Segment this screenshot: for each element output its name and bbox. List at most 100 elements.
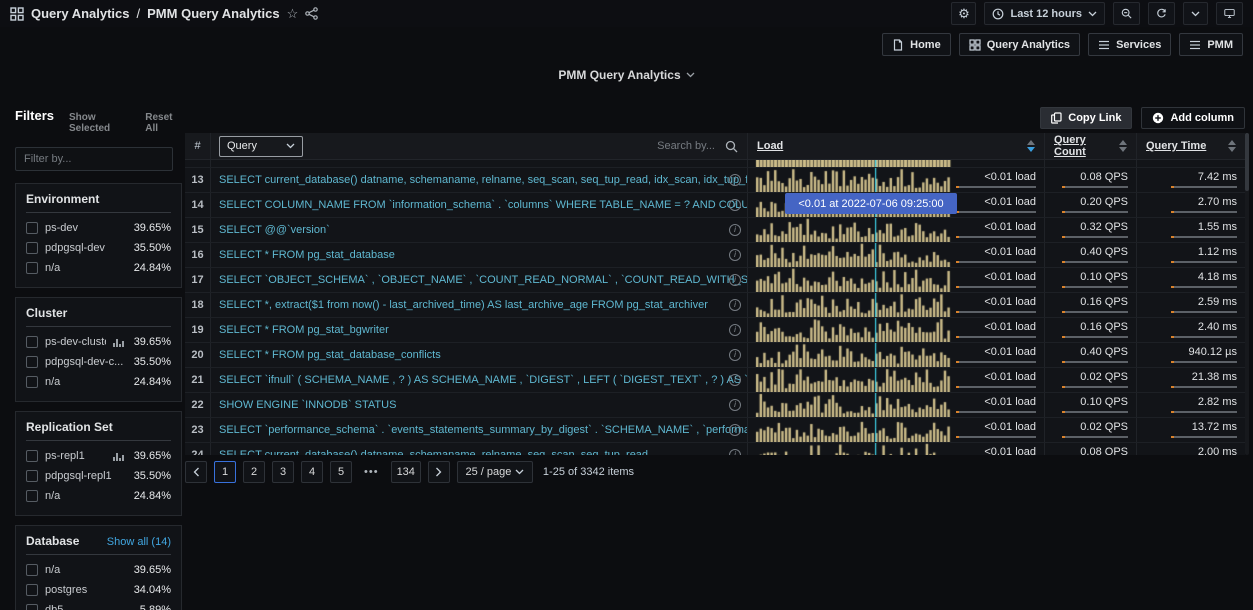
dashboard-row-toggle[interactable]: PMM Query Analytics bbox=[558, 68, 694, 82]
show-all-link[interactable]: Show all (14) bbox=[107, 536, 171, 548]
query-link[interactable]: SELECT current_database() datname, schem… bbox=[211, 449, 747, 455]
load-sparkline[interactable] bbox=[755, 343, 955, 367]
query-link[interactable]: SELECT current_database() datname, schem… bbox=[211, 174, 747, 186]
filter-checkbox[interactable] bbox=[26, 222, 38, 234]
info-icon[interactable]: i bbox=[729, 299, 741, 311]
bar-chart-icon[interactable] bbox=[113, 452, 124, 461]
quicklink-pmm[interactable]: PMM bbox=[1179, 33, 1243, 56]
cycle-view-mode-button[interactable] bbox=[1216, 2, 1243, 25]
copy-link-button[interactable]: Copy Link bbox=[1040, 107, 1132, 129]
page-button-5[interactable]: 5 bbox=[330, 461, 352, 483]
reset-all-link[interactable]: Reset All bbox=[145, 112, 182, 134]
load-sparkline[interactable] bbox=[755, 443, 955, 455]
info-icon[interactable]: i bbox=[729, 374, 741, 386]
load-sparkline[interactable] bbox=[755, 368, 955, 392]
filter-checkbox[interactable] bbox=[26, 336, 38, 348]
breadcrumb-section[interactable]: Query Analytics bbox=[31, 6, 130, 21]
info-icon[interactable]: i bbox=[729, 324, 741, 336]
show-selected-link[interactable]: Show Selected bbox=[69, 112, 130, 134]
sort-icon[interactable] bbox=[1027, 140, 1035, 152]
bar-chart-icon[interactable] bbox=[113, 338, 124, 347]
info-icon[interactable]: i bbox=[729, 174, 741, 186]
search-icon[interactable] bbox=[725, 140, 738, 153]
add-column-button[interactable]: Add column bbox=[1141, 107, 1245, 129]
page-button-134[interactable]: 134 bbox=[391, 461, 421, 483]
load-sparkline[interactable] bbox=[755, 160, 955, 167]
filter-checkbox[interactable] bbox=[26, 450, 38, 462]
filter-item-label[interactable]: db5 bbox=[45, 604, 133, 610]
filter-checkbox[interactable] bbox=[26, 376, 38, 388]
filter-item-label[interactable]: n/a bbox=[45, 262, 127, 274]
prev-page-button[interactable] bbox=[185, 461, 207, 483]
query-link[interactable]: SELECT * FROM pg_stat_database_conflicts bbox=[211, 349, 747, 361]
dimension-select[interactable]: Query bbox=[219, 136, 303, 157]
load-sparkline[interactable] bbox=[755, 418, 955, 442]
query-link[interactable]: SELECT `ifnull` ( SCHEMA_NAME , ? ) AS S… bbox=[211, 374, 747, 386]
query-link[interactable]: SELECT * FROM pg_stat_bgwriter bbox=[211, 324, 747, 336]
filter-item-label[interactable]: n/a bbox=[45, 564, 127, 576]
info-icon[interactable]: i bbox=[729, 249, 741, 261]
load-sort-link[interactable]: Load bbox=[757, 140, 783, 152]
page-button-1[interactable]: 1 bbox=[214, 461, 236, 483]
load-sparkline[interactable] bbox=[755, 293, 955, 317]
sort-icon[interactable] bbox=[1228, 140, 1236, 152]
load-sparkline[interactable] bbox=[755, 218, 955, 242]
refresh-interval-dropdown[interactable] bbox=[1183, 2, 1208, 25]
query-link[interactable]: SELECT *, extract($1 from now() - last_a… bbox=[211, 299, 747, 311]
info-icon[interactable]: i bbox=[729, 274, 741, 286]
sort-icon[interactable] bbox=[1119, 140, 1127, 152]
info-icon[interactable]: i bbox=[729, 449, 741, 455]
filter-checkbox[interactable] bbox=[26, 604, 38, 610]
time-range-picker[interactable]: Last 12 hours bbox=[984, 2, 1105, 25]
star-icon[interactable]: ☆ bbox=[287, 6, 299, 22]
filter-item-label[interactable]: pdpgsql-repl1 bbox=[45, 470, 127, 482]
quicklink-home[interactable]: Home bbox=[882, 33, 951, 56]
filter-item-label[interactable]: pdpgsql-dev-c... bbox=[45, 356, 127, 368]
info-icon[interactable]: i bbox=[729, 349, 741, 361]
query-link[interactable]: SELECT @@`version` bbox=[211, 224, 747, 236]
filter-item-label[interactable]: n/a bbox=[45, 376, 127, 388]
page-button-4[interactable]: 4 bbox=[301, 461, 323, 483]
filter-checkbox[interactable] bbox=[26, 262, 38, 274]
dashboard-settings-button[interactable]: ⚙ bbox=[951, 2, 976, 25]
filter-checkbox[interactable] bbox=[26, 242, 38, 254]
load-sparkline[interactable] bbox=[755, 243, 955, 267]
load-sparkline[interactable] bbox=[755, 268, 955, 292]
load-sparkline[interactable] bbox=[755, 393, 955, 417]
page-button-3[interactable]: 3 bbox=[272, 461, 294, 483]
filter-checkbox[interactable] bbox=[26, 564, 38, 576]
query-link[interactable]: SELECT `performance_schema` . `events_st… bbox=[211, 424, 747, 436]
filter-item-label[interactable]: n/a bbox=[45, 490, 127, 502]
refresh-button[interactable] bbox=[1148, 2, 1175, 25]
filter-item-label[interactable]: ps-repl1 bbox=[45, 450, 106, 462]
info-icon[interactable]: i bbox=[729, 224, 741, 236]
filter-item-label[interactable]: ps-dev-cluster bbox=[45, 336, 106, 348]
filter-item-label[interactable]: pdpgsql-dev bbox=[45, 242, 127, 254]
scrollbar-thumb[interactable] bbox=[1245, 133, 1249, 191]
filter-checkbox[interactable] bbox=[26, 490, 38, 502]
page-size-select[interactable]: 25 / page bbox=[457, 461, 533, 483]
query-time-sort-link[interactable]: Query Time bbox=[1146, 140, 1206, 152]
info-icon[interactable]: i bbox=[729, 399, 741, 411]
quicklink-query-analytics[interactable]: Query Analytics bbox=[959, 33, 1080, 56]
query-link[interactable]: SELECT `OBJECT_SCHEMA` , `OBJECT_NAME` ,… bbox=[211, 274, 747, 286]
load-sparkline[interactable] bbox=[755, 168, 955, 192]
filter-item-label[interactable]: ps-dev bbox=[45, 222, 127, 234]
load-sparkline[interactable] bbox=[755, 318, 955, 342]
next-page-button[interactable] bbox=[428, 461, 450, 483]
query-link[interactable]: SHOW ENGINE `INNODB` STATUS bbox=[211, 399, 747, 411]
query-count-sort-link[interactable]: Query Count bbox=[1054, 134, 1119, 158]
info-icon[interactable]: i bbox=[729, 424, 741, 436]
zoom-out-button[interactable] bbox=[1113, 2, 1140, 25]
query-link[interactable]: SELECT COLUMN_NAME FROM `information_sch… bbox=[211, 199, 747, 211]
filter-item-label[interactable]: postgres bbox=[45, 584, 127, 596]
filter-checkbox[interactable] bbox=[26, 356, 38, 368]
share-icon[interactable] bbox=[305, 7, 318, 20]
quicklink-services[interactable]: Services bbox=[1088, 33, 1171, 56]
info-icon[interactable]: i bbox=[729, 199, 741, 211]
filter-search-input[interactable] bbox=[24, 153, 166, 165]
filter-checkbox[interactable] bbox=[26, 470, 38, 482]
page-button-2[interactable]: 2 bbox=[243, 461, 265, 483]
filter-checkbox[interactable] bbox=[26, 584, 38, 596]
query-link[interactable]: SELECT * FROM pg_stat_database bbox=[211, 249, 747, 261]
